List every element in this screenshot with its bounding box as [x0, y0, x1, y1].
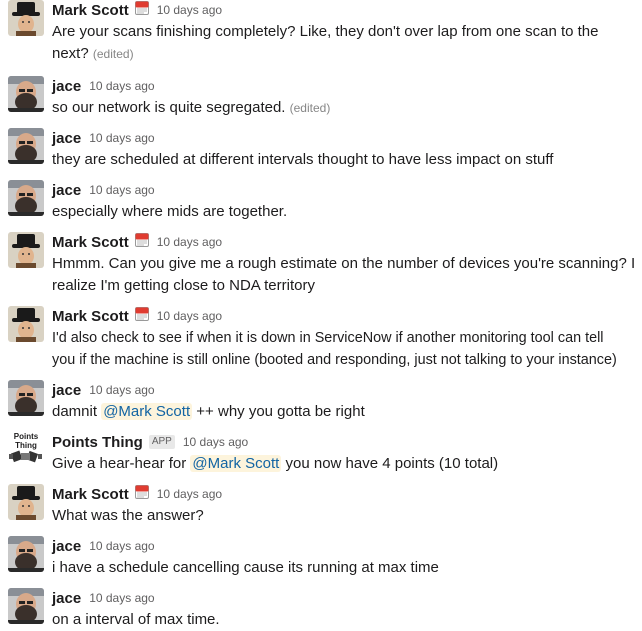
- sender-name[interactable]: Points Thing: [52, 434, 143, 451]
- servicenow-badge-icon: [135, 485, 149, 504]
- message-text: they are scheduled at different interval…: [52, 151, 554, 168]
- avatar[interactable]: [8, 536, 44, 572]
- avatar[interactable]: [8, 180, 44, 216]
- timestamp[interactable]: 10 days ago: [157, 309, 222, 323]
- avatar[interactable]: [8, 380, 44, 416]
- points-logo-text: Points Thing: [13, 432, 39, 450]
- message-text: Give a hear-hear for @Mark Scott you now…: [52, 455, 499, 472]
- timestamp[interactable]: 10 days ago: [157, 3, 222, 17]
- timestamp[interactable]: 10 days ago: [183, 435, 248, 449]
- message-text: I'd also check to see if when it is down…: [52, 330, 617, 368]
- sender-name[interactable]: jace: [52, 382, 81, 399]
- avatar[interactable]: [8, 232, 44, 268]
- sender-name[interactable]: Mark Scott: [52, 234, 129, 251]
- message-text: especially where mids are together.: [52, 203, 288, 220]
- timestamp[interactable]: 10 days ago: [89, 183, 154, 197]
- sender-name[interactable]: jace: [52, 78, 81, 95]
- edited-label: (edited): [92, 47, 134, 61]
- timestamp[interactable]: 10 days ago: [89, 383, 154, 397]
- avatar[interactable]: [8, 306, 44, 342]
- message-text: i have a schedule cancelling cause its r…: [52, 559, 439, 576]
- points-thing-avatar[interactable]: Points Thing: [8, 432, 44, 468]
- message-text: damnit @Mark Scott ++ why you gotta be r…: [52, 403, 365, 420]
- timestamp[interactable]: 10 days ago: [89, 79, 154, 93]
- edited-label: (edited): [289, 101, 331, 115]
- sender-name[interactable]: jace: [52, 590, 81, 607]
- avatar[interactable]: [8, 76, 44, 112]
- avatar[interactable]: [8, 128, 44, 164]
- timestamp[interactable]: 10 days ago: [157, 487, 222, 501]
- app-badge: APP: [148, 435, 175, 449]
- servicenow-badge-icon: [135, 233, 149, 252]
- servicenow-badge-icon: [135, 1, 149, 20]
- avatar[interactable]: [8, 484, 44, 520]
- user-mention[interactable]: @Mark Scott: [101, 403, 193, 420]
- message-text: Are your scans finishing completely? Lik…: [52, 23, 599, 62]
- message-text: Hmmm. Can you give me a rough estimate o…: [52, 255, 636, 294]
- message-text: What was the answer?: [52, 507, 204, 524]
- timestamp[interactable]: 10 days ago: [157, 235, 222, 249]
- sender-name[interactable]: jace: [52, 182, 81, 199]
- timestamp[interactable]: 10 days ago: [89, 591, 154, 605]
- servicenow-badge-icon: [135, 307, 149, 326]
- sender-name[interactable]: Mark Scott: [52, 486, 129, 503]
- sender-name[interactable]: jace: [52, 130, 81, 147]
- sender-name[interactable]: jace: [52, 538, 81, 555]
- message-text: on a interval of max time.: [52, 611, 220, 628]
- avatar[interactable]: [8, 0, 44, 36]
- message-text: so our network is quite segregated. (edi…: [52, 99, 331, 116]
- avatar[interactable]: [8, 588, 44, 624]
- timestamp[interactable]: 10 days ago: [89, 131, 154, 145]
- sender-name[interactable]: Mark Scott: [52, 2, 129, 19]
- user-mention[interactable]: @Mark Scott: [190, 455, 282, 472]
- timestamp[interactable]: 10 days ago: [89, 539, 154, 553]
- sender-name[interactable]: Mark Scott: [52, 308, 129, 325]
